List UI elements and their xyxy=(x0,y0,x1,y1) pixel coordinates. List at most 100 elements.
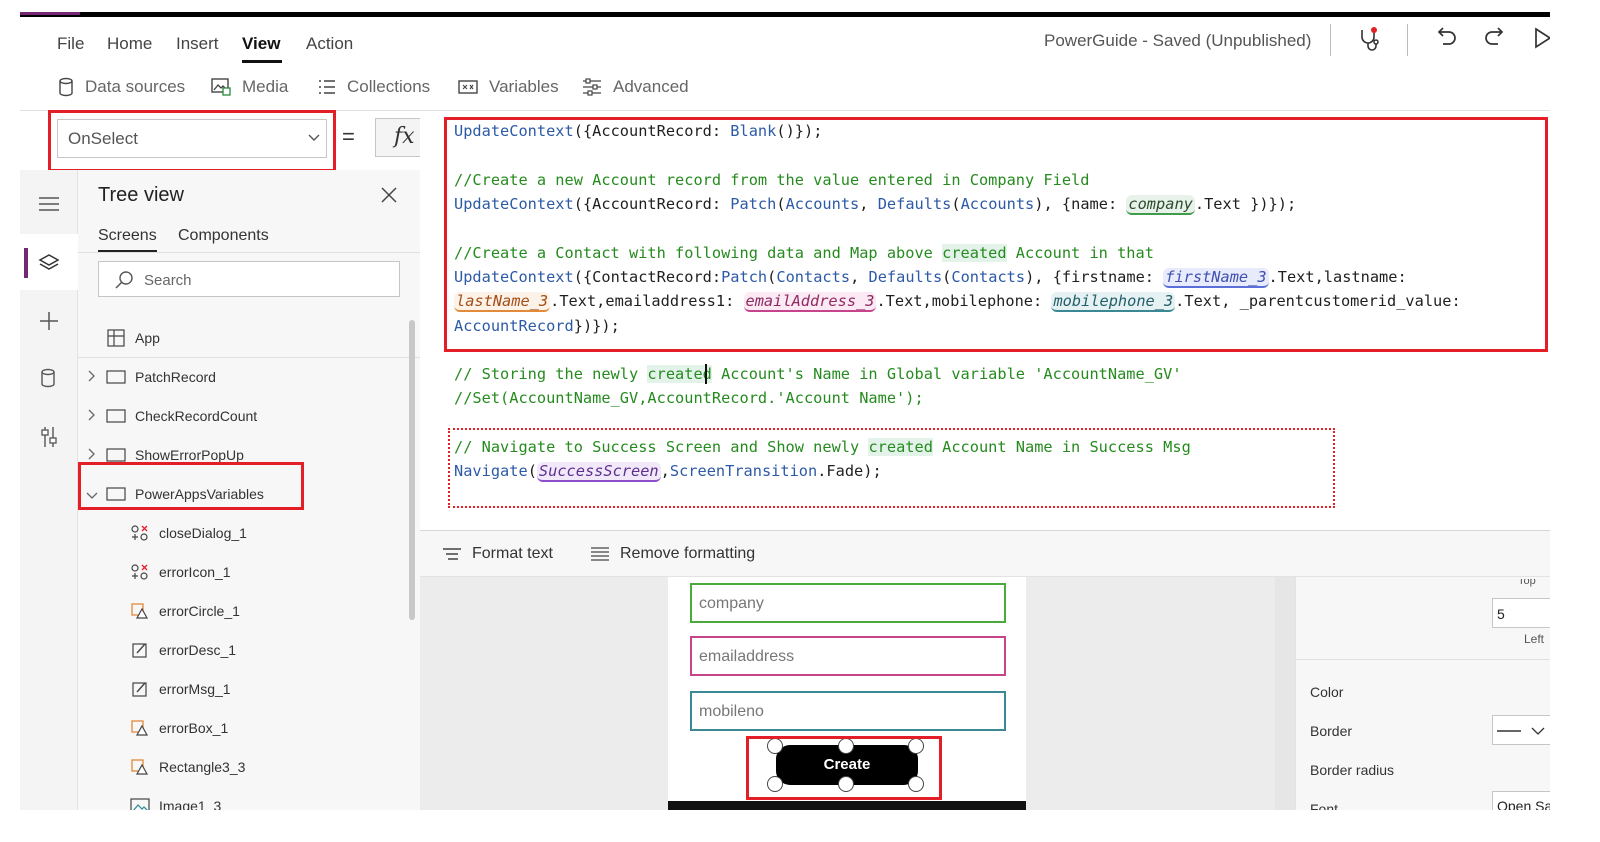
sliders-icon xyxy=(583,78,601,96)
media-button[interactable]: Media xyxy=(210,76,288,98)
tree-node-control[interactable]: errorDesc_1 xyxy=(129,641,236,659)
active-menu-indicator xyxy=(242,60,282,63)
divider xyxy=(1296,659,1550,660)
search-placeholder: Search xyxy=(144,272,192,289)
shape-icon xyxy=(129,602,151,620)
shape-icon xyxy=(129,719,151,737)
font-value: Open Sa xyxy=(1497,798,1550,810)
chevron-right-icon[interactable] xyxy=(88,409,96,424)
image-icon xyxy=(129,797,151,810)
screen-icon xyxy=(105,407,127,425)
tree-view-title: Tree view xyxy=(98,184,184,206)
color-label: Color xyxy=(1310,684,1344,700)
mobile-placeholder: mobileno xyxy=(699,703,764,720)
advanced-tools-icon[interactable] xyxy=(39,425,59,453)
menu-home[interactable]: Home xyxy=(107,34,152,54)
hamburger-menu-icon[interactable] xyxy=(38,196,60,216)
preview-play-icon[interactable] xyxy=(1532,27,1550,53)
data-cylinder-icon[interactable] xyxy=(39,367,57,393)
shape-icon xyxy=(129,758,151,776)
rail-active-indicator xyxy=(24,248,28,278)
screen-icon xyxy=(105,368,127,386)
variables-button[interactable]: Variables xyxy=(457,76,559,98)
highlight-patch-code xyxy=(444,117,1548,352)
tree-node-label: errorCircle_1 xyxy=(159,603,240,619)
top-accent xyxy=(20,12,80,15)
app-checker-icon[interactable] xyxy=(1357,26,1383,56)
tree-node-control[interactable]: errorIcon_1 xyxy=(129,563,231,581)
font-label: Font xyxy=(1310,801,1339,810)
divider xyxy=(1407,24,1408,56)
powerapps-studio-window: File Home Insert View Action PowerGuide … xyxy=(20,12,1550,810)
remove-formatting-button[interactable]: Remove formatting xyxy=(590,545,755,563)
tree-search-input[interactable]: Search xyxy=(98,261,400,297)
tree-node-control[interactable]: errorMsg_1 xyxy=(129,680,231,698)
border-radius-label: Border radius xyxy=(1310,762,1395,778)
tree-node-control[interactable]: errorBox_1 xyxy=(129,719,228,737)
menu-file[interactable]: File xyxy=(57,34,84,54)
edit-text-icon xyxy=(129,680,151,698)
tree-node-label: Image1_3 xyxy=(159,798,222,810)
variables-icon xyxy=(458,80,478,94)
tree-node-control[interactable]: closeDialog_1 xyxy=(129,524,247,542)
chevron-right-icon[interactable] xyxy=(88,370,96,385)
insert-plus-icon[interactable] xyxy=(38,310,60,336)
menu-insert[interactable]: Insert xyxy=(176,34,219,54)
advanced-label: Advanced xyxy=(613,77,689,96)
data-sources-button[interactable]: Data sources xyxy=(57,76,185,98)
code-comment: // Storing the newly created Account's N… xyxy=(454,365,1182,383)
format-text-button[interactable]: Format text xyxy=(442,545,553,563)
data-sources-label: Data sources xyxy=(85,77,186,96)
tree-node-app[interactable]: App xyxy=(105,329,160,347)
group-icon xyxy=(129,563,151,581)
tree-node-label: errorDesc_1 xyxy=(159,642,237,658)
format-text-label: Format text xyxy=(472,545,553,562)
search-icon xyxy=(115,271,133,289)
tree-view-layers-icon[interactable] xyxy=(38,252,60,278)
highlight-create-button xyxy=(746,736,942,800)
chevron-down-icon xyxy=(1531,727,1545,735)
highlight-property-box xyxy=(48,110,336,172)
mobile-input[interactable]: mobileno xyxy=(690,691,1006,731)
tree-node-label: closeDialog_1 xyxy=(159,525,247,541)
format-bar: Format text Remove formatting xyxy=(420,531,1550,577)
collections-button[interactable]: Collections xyxy=(317,76,430,98)
tree-node-control[interactable]: Rectangle3_3 xyxy=(129,758,245,776)
remove-formatting-icon xyxy=(591,547,609,561)
tree-node-control[interactable]: Image1_3 xyxy=(129,797,221,810)
tree-node-control[interactable]: errorCircle_1 xyxy=(129,602,240,620)
border-style-dropdown[interactable] xyxy=(1492,715,1550,745)
divider xyxy=(78,252,420,253)
properties-panel: Top 5 Left Color Border Border radius Fo… xyxy=(1295,577,1550,810)
collections-icon xyxy=(319,80,335,94)
email-input[interactable]: emailaddress xyxy=(690,636,1006,676)
tree-node-label: errorBox_1 xyxy=(159,720,229,736)
tree-scrollbar[interactable] xyxy=(409,320,415,620)
tree-node-screen[interactable]: CheckRecordCount xyxy=(105,407,257,425)
border-label: Border xyxy=(1310,723,1353,739)
menu-action[interactable]: Action xyxy=(306,34,353,54)
text-cursor xyxy=(705,364,707,384)
app-icon xyxy=(105,329,127,347)
tree-node-label: Rectangle3_3 xyxy=(159,759,246,775)
fx-label: fx xyxy=(394,124,415,149)
tree-node-label: errorMsg_1 xyxy=(159,681,231,697)
close-icon[interactable] xyxy=(380,186,398,209)
company-input[interactable]: company xyxy=(690,583,1006,623)
tab-components[interactable]: Components xyxy=(178,227,269,245)
edit-text-icon xyxy=(129,641,151,659)
advanced-button[interactable]: Advanced xyxy=(581,76,689,98)
canvas-scrollbar[interactable] xyxy=(1275,577,1295,810)
chevron-right-icon[interactable] xyxy=(88,448,96,463)
padding-top-input[interactable]: 5 xyxy=(1492,598,1550,628)
redo-icon[interactable] xyxy=(1483,26,1507,54)
tree-node-screen[interactable]: PatchRecord xyxy=(105,368,216,386)
undo-icon[interactable] xyxy=(1434,26,1458,54)
tab-screens[interactable]: Screens xyxy=(98,227,157,245)
variables-label: Variables xyxy=(489,77,559,96)
app-save-status: PowerGuide - Saved (Unpublished) xyxy=(1044,31,1312,50)
tree-node-label: App xyxy=(135,330,160,346)
font-dropdown[interactable]: Open Sa xyxy=(1492,791,1550,810)
format-text-icon xyxy=(443,548,461,560)
menu-view[interactable]: View xyxy=(242,34,280,54)
